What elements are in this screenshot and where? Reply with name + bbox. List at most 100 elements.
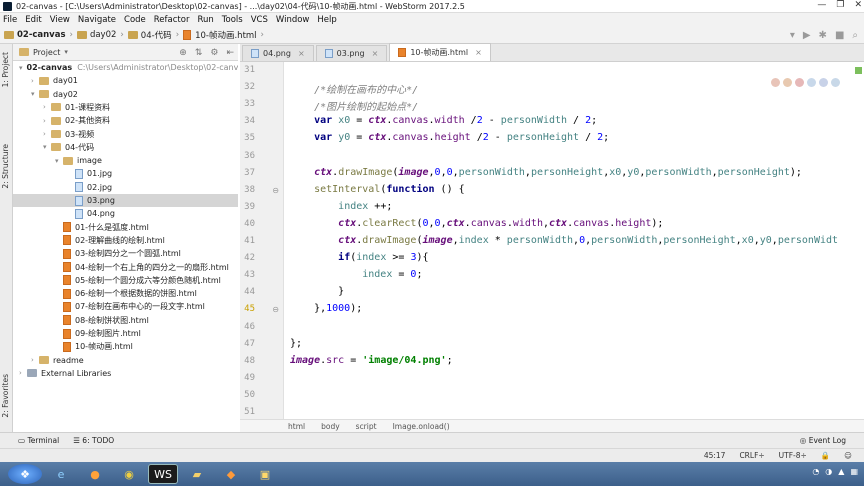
- crumb-onload[interactable]: Image.onload(): [393, 422, 450, 431]
- tree-item[interactable]: 03-绘制四分之一个圆弧.html: [13, 247, 238, 260]
- run-config-icon[interactable]: ▾: [790, 30, 795, 41]
- close-tab-icon[interactable]: ×: [475, 48, 482, 57]
- code-line[interactable]: ctx.clearRect(0,0,ctx.canvas.width,ctx.c…: [290, 218, 663, 229]
- collapsed-arrow-icon[interactable]: ›: [31, 77, 39, 85]
- code-line[interactable]: image.src = 'image/04.png';: [290, 355, 453, 366]
- maximize-button[interactable]: ❐: [836, 0, 844, 10]
- crumb-body[interactable]: body: [321, 422, 340, 431]
- code-line[interactable]: }: [290, 286, 344, 297]
- code-editor[interactable]: /*绘制在画布的中心*/ /*图片绘制的起始点*/ var x0 = ctx.c…: [284, 62, 864, 419]
- menu-code[interactable]: Code: [124, 15, 146, 25]
- ie-taskbar-icon[interactable]: e: [46, 464, 76, 484]
- caret-position[interactable]: 45:17: [704, 451, 726, 460]
- tree-item[interactable]: 01.jpg: [13, 167, 238, 180]
- tree-item[interactable]: 04-绘制一个右上角的四分之一的扇形.html: [13, 261, 238, 274]
- crumb-script[interactable]: script: [356, 422, 377, 431]
- code-line[interactable]: },1000);: [290, 303, 362, 314]
- favorites-tool-tab[interactable]: 2: Favorites: [1, 374, 10, 418]
- tree-item[interactable]: › 02-其他资料: [13, 114, 238, 127]
- close-tab-icon[interactable]: ×: [298, 49, 305, 58]
- collapsed-arrow-icon[interactable]: ›: [43, 103, 51, 111]
- tray-icon[interactable]: ◔: [812, 467, 819, 476]
- terminal-tab[interactable]: ▭ Terminal: [18, 436, 59, 445]
- collapsed-arrow-icon[interactable]: ›: [31, 356, 39, 364]
- crumb-html[interactable]: html: [288, 422, 305, 431]
- breadcrumb-project[interactable]: 02-canvas ›: [4, 30, 73, 40]
- opera-icon[interactable]: [795, 78, 804, 87]
- tree-item[interactable]: 08-绘制饼状图.html: [13, 314, 238, 327]
- menu-view[interactable]: View: [50, 15, 70, 25]
- code-line[interactable]: if(index >= 3){: [290, 252, 428, 263]
- tree-item[interactable]: 03.png: [13, 194, 238, 207]
- event-log-tab[interactable]: ◎ Event Log: [800, 436, 846, 445]
- menu-tools[interactable]: Tools: [222, 15, 243, 25]
- tree-item[interactable]: 09-绘制图片.html: [13, 327, 238, 340]
- code-line[interactable]: index ++;: [290, 201, 392, 212]
- tree-item[interactable]: 01-什么是弧度.html: [13, 221, 238, 234]
- project-view-selector[interactable]: Project: [33, 48, 60, 57]
- settings-gear-icon[interactable]: ⚙: [210, 48, 218, 58]
- tray-icon[interactable]: ▦: [850, 467, 858, 476]
- minimize-button[interactable]: —: [817, 0, 826, 10]
- expanded-arrow-icon[interactable]: ▾: [55, 157, 63, 165]
- sync-icon[interactable]: ⊕: [179, 48, 187, 58]
- tree-item[interactable]: › 01-课程资料: [13, 101, 238, 114]
- file-encoding[interactable]: UTF-8÷: [779, 451, 807, 460]
- code-line[interactable]: /*绘制在画布的中心*/: [290, 81, 418, 96]
- debug-icon[interactable]: ✱: [819, 30, 827, 41]
- tray-icon[interactable]: ◑: [825, 467, 832, 476]
- code-line[interactable]: };: [290, 338, 302, 349]
- chrome-taskbar-icon[interactable]: ◉: [114, 464, 144, 484]
- tree-item[interactable]: 07-绘制在画布中心的一段文字.html: [13, 300, 238, 313]
- code-line[interactable]: ctx.drawImage(image,index * personWidth,…: [290, 235, 838, 246]
- run-icon[interactable]: ▶: [803, 30, 811, 41]
- tree-item[interactable]: › day01: [13, 74, 238, 87]
- tree-item[interactable]: 05-绘制一个圆分成六等分颜色随机.html: [13, 274, 238, 287]
- tree-item[interactable]: ▾ 02-canvas C:\Users\Administrator\Desktop…: [13, 61, 238, 74]
- search-icon[interactable]: ⌕: [852, 30, 858, 41]
- breadcrumb-file[interactable]: 10-帧动画.html ›: [183, 29, 264, 41]
- webstorm-taskbar-icon[interactable]: WS: [148, 464, 178, 484]
- code-line[interactable]: var y0 = ctx.canvas.height /2 - personHe…: [290, 132, 609, 143]
- fold-marker-icon[interactable]: ⊖: [272, 305, 279, 314]
- stop-icon[interactable]: ■: [835, 30, 844, 41]
- breadcrumb-day02[interactable]: day02 ›: [76, 30, 124, 40]
- structure-tool-tab[interactable]: 2: Structure: [1, 144, 10, 189]
- close-button[interactable]: ✕: [854, 0, 862, 10]
- collapsed-arrow-icon[interactable]: ›: [43, 117, 51, 125]
- menu-window[interactable]: Window: [276, 15, 310, 25]
- media-taskbar-icon[interactable]: ◆: [216, 464, 246, 484]
- tree-item[interactable]: › External Libraries: [13, 367, 238, 380]
- fold-marker-icon[interactable]: ⊖: [272, 186, 279, 195]
- code-line[interactable]: index = 0;: [290, 269, 422, 280]
- lock-icon[interactable]: 🔒: [821, 451, 830, 460]
- collapsed-arrow-icon[interactable]: ›: [19, 369, 27, 377]
- app-taskbar-icon[interactable]: ▣: [250, 464, 280, 484]
- expanded-arrow-icon[interactable]: ▾: [43, 143, 51, 151]
- tree-item[interactable]: 02.jpg: [13, 181, 238, 194]
- tree-item[interactable]: ▾ image: [13, 154, 238, 167]
- start-button[interactable]: ❖: [8, 464, 42, 484]
- tree-item[interactable]: ▾ 04-代码: [13, 141, 238, 154]
- close-tab-icon[interactable]: ×: [372, 49, 379, 58]
- dropdown-icon[interactable]: ▾: [64, 48, 68, 56]
- menu-edit[interactable]: Edit: [25, 15, 41, 25]
- code-line[interactable]: var x0 = ctx.canvas.width /2 - personWid…: [290, 115, 597, 126]
- line-separator[interactable]: CRLF÷: [739, 451, 764, 460]
- menu-vcs[interactable]: VCS: [251, 15, 268, 25]
- collapsed-arrow-icon[interactable]: ›: [43, 130, 51, 138]
- todo-tab[interactable]: ☰ 6: TODO: [73, 436, 114, 445]
- menu-run[interactable]: Run: [197, 15, 213, 25]
- menu-navigate[interactable]: Navigate: [78, 15, 116, 25]
- firefox-icon[interactable]: [783, 78, 792, 87]
- tree-item[interactable]: 06-绘制一个根据数据的饼图.html: [13, 287, 238, 300]
- tree-item[interactable]: › 03-视频: [13, 128, 238, 141]
- safari-icon[interactable]: [807, 78, 816, 87]
- expanded-arrow-icon[interactable]: ▾: [31, 90, 39, 98]
- menu-file[interactable]: File: [3, 15, 17, 25]
- editor-tab[interactable]: 04.png ×: [242, 45, 314, 61]
- tree-item[interactable]: ▾ day02: [13, 88, 238, 101]
- collapse-all-icon[interactable]: ⇅: [195, 48, 203, 58]
- tree-item[interactable]: 04.png: [13, 207, 238, 220]
- code-line[interactable]: /*图片绘制的起始点*/: [290, 98, 418, 113]
